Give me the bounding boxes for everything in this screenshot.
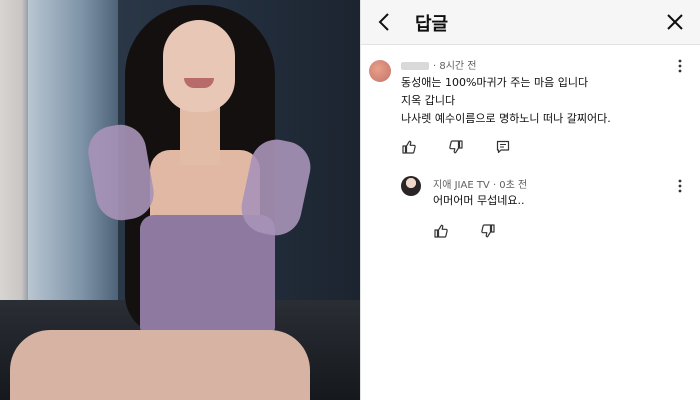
reply-time: · 0초 전 <box>492 180 528 191</box>
comment-line: 나사렛 예수이름으로 명하노니 떠나 갈찌어다. <box>401 112 611 125</box>
dislike-button[interactable] <box>448 139 464 155</box>
thumbs-up-icon <box>434 224 448 238</box>
comment-line: 지옥 갑니다 <box>401 94 456 107</box>
dislike-button[interactable] <box>480 223 496 239</box>
chevron-left-icon <box>378 13 389 31</box>
reply-meta: 지애 JIAE TV · 0초 전 <box>433 176 527 191</box>
person-dress <box>140 215 275 335</box>
reply-text: 어머어머 무섭네요.. <box>433 194 525 207</box>
reply-button[interactable] <box>495 139 511 155</box>
close-icon <box>667 14 683 30</box>
person-neck <box>180 105 220 165</box>
blurred-author-name <box>401 62 429 70</box>
like-button[interactable] <box>401 139 417 155</box>
replies-panel: 답글 · 8시간 전 동성애는 100%마귀가 주는 마음 입니다 지옥 갑니다… <box>360 0 700 400</box>
more-vert-icon <box>678 59 682 73</box>
reply-actions <box>433 220 522 239</box>
thumbs-down-icon <box>481 223 495 237</box>
person-legs <box>10 330 310 400</box>
avatar[interactable] <box>369 60 391 82</box>
comment-meta: · 8시간 전 <box>401 57 477 72</box>
reply-icon <box>497 140 510 153</box>
comment-menu-button[interactable] <box>673 58 687 74</box>
close-button[interactable] <box>661 8 689 36</box>
photo-panel <box>0 0 360 400</box>
comment-time: · 8시간 전 <box>433 61 477 72</box>
reply-author[interactable]: 지애 JIAE TV <box>433 180 490 191</box>
comment-actions <box>401 136 537 155</box>
page-title: 답글 <box>415 14 449 35</box>
reply-menu-button[interactable] <box>673 178 687 194</box>
avatar[interactable] <box>401 176 421 196</box>
thumbs-up-icon <box>402 140 416 154</box>
replies-header: 답글 <box>361 0 700 45</box>
like-button[interactable] <box>433 223 449 239</box>
comment-line: 동성애는 100%마귀가 주는 마음 입니다 <box>401 76 589 89</box>
thumbs-down-icon <box>449 139 463 153</box>
more-vert-icon <box>678 179 682 193</box>
back-button[interactable] <box>371 8 399 36</box>
person-face <box>163 20 235 112</box>
comment-text: 동성애는 100%마귀가 주는 마음 입니다 지옥 갑니다 나사렛 예수이름으로… <box>401 74 611 128</box>
